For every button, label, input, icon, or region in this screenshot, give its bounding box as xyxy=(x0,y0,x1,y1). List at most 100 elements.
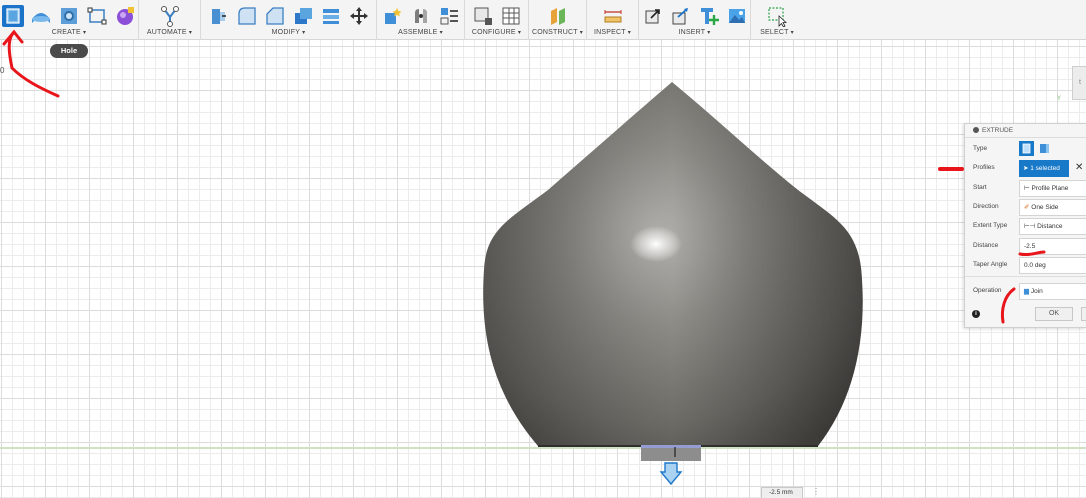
caret-icon: ▾ xyxy=(707,30,711,36)
profiles-select-button[interactable]: ➤ 1 selected xyxy=(1019,160,1069,177)
collapse-icon[interactable] xyxy=(973,127,979,133)
start-value: Profile Plane xyxy=(1031,185,1069,192)
direction-row: Direction ✐ One Side xyxy=(965,198,1086,217)
hole-icon[interactable] xyxy=(58,5,80,27)
caret-icon: ▾ xyxy=(790,30,794,36)
sketch-rectangle-icon[interactable] xyxy=(86,5,108,27)
type-row: Type xyxy=(965,140,1086,159)
construct-menu[interactable]: CONSTRUCT ▾ xyxy=(532,29,583,36)
profiles-row: Profiles ➤ 1 selected ✕ xyxy=(965,159,1086,178)
one-side-icon: ✐ xyxy=(1024,204,1030,211)
insert-menu[interactable]: INSERT ▾ xyxy=(679,29,711,36)
create-menu[interactable]: CREATE ▾ xyxy=(52,29,86,36)
modify-menu[interactable]: MODIFY ▾ xyxy=(272,29,306,36)
start-dropdown[interactable]: ⊢ Profile Plane xyxy=(1019,180,1086,197)
chamfer-icon[interactable] xyxy=(264,5,286,27)
configure-group: CONFIGURE ▾ xyxy=(465,0,529,40)
inspect-menu[interactable]: INSPECT ▾ xyxy=(594,29,631,36)
operation-value: Join xyxy=(1030,288,1043,295)
assemble-group: ASSEMBLE ▾ xyxy=(377,0,465,40)
operation-label: Operation xyxy=(973,287,1002,294)
solid-type-icon[interactable] xyxy=(1019,141,1034,156)
extent-dropdown[interactable]: ⊢⊣ Distance xyxy=(1019,218,1086,235)
assemble-label: ASSEMBLE xyxy=(398,29,438,36)
configure-icon[interactable] xyxy=(472,5,494,27)
profile-plane-icon: ⊢ xyxy=(1024,185,1030,192)
modify-label: MODIFY xyxy=(271,29,300,36)
start-row: Start ⊢ Profile Plane xyxy=(965,179,1086,198)
type-label: Type xyxy=(973,145,988,152)
direction-label: Direction xyxy=(973,203,999,210)
extent-label: Extent Type xyxy=(973,222,1008,229)
insert-derive-icon[interactable] xyxy=(642,5,664,27)
distance-arrow-icon[interactable] xyxy=(659,462,683,486)
insert-canvas-icon[interactable] xyxy=(726,5,748,27)
distance-extent-icon: ⊢⊣ xyxy=(1024,223,1036,230)
hole-tooltip: Hole xyxy=(50,44,88,58)
cancel-button[interactable] xyxy=(1081,307,1086,321)
configure-label: CONFIGURE xyxy=(471,29,516,36)
insert-mcmaster-icon[interactable] xyxy=(670,5,692,27)
assemble-menu[interactable]: ASSEMBLE ▾ xyxy=(398,29,443,36)
operation-dropdown[interactable]: ▆ Join xyxy=(1019,283,1086,300)
caret-icon: ▾ xyxy=(627,30,631,36)
direction-dropdown[interactable]: ✐ One Side xyxy=(1019,199,1086,216)
panel-title: EXTRUDE xyxy=(982,127,1014,134)
extruded-body[interactable] xyxy=(478,80,868,452)
select-label: SELECT xyxy=(760,29,789,36)
distance-row: Distance -2.5 xyxy=(965,237,1086,256)
configuration-table-icon[interactable] xyxy=(500,5,522,27)
toolbar: CREATE ▾ AUTOMATE ▾ MODIFY ▾ ASSEMBLE ▾ xyxy=(0,0,1086,40)
profile-edge-highlight xyxy=(641,445,701,448)
form-icon[interactable] xyxy=(114,5,136,27)
new-component-extrude-icon[interactable] xyxy=(2,4,24,27)
move-icon[interactable] xyxy=(348,5,370,27)
distance-readout[interactable]: -2.5 mm xyxy=(761,487,803,498)
start-label: Start xyxy=(973,184,987,191)
shell-icon[interactable] xyxy=(292,5,314,27)
ok-button[interactable]: OK xyxy=(1035,307,1073,321)
configure-menu[interactable]: CONFIGURE ▾ xyxy=(472,29,521,36)
measure-icon[interactable] xyxy=(602,5,624,27)
profiles-value: 1 selected xyxy=(1030,165,1060,172)
distance-label: Distance xyxy=(973,242,999,249)
combine-icon[interactable] xyxy=(320,5,342,27)
automate-menu[interactable]: AUTOMATE ▾ xyxy=(147,29,192,36)
inspect-label: INSPECT xyxy=(594,29,626,36)
bill-of-materials-icon[interactable] xyxy=(438,5,460,27)
joint-icon[interactable] xyxy=(410,5,432,27)
annotation-arrow-toolbar xyxy=(7,30,60,98)
thin-type-icon[interactable] xyxy=(1037,141,1052,156)
left-panel-fragment: 0 xyxy=(0,66,5,75)
window-select-icon[interactable] xyxy=(766,5,788,27)
insert-mesh-icon[interactable] xyxy=(698,5,720,27)
revolve-icon[interactable] xyxy=(30,5,52,27)
extrude-manipulator[interactable] xyxy=(638,441,704,487)
new-component-icon[interactable] xyxy=(382,5,404,27)
panel-header[interactable]: EXTRUDE xyxy=(965,124,1086,138)
specular-highlight xyxy=(630,226,682,262)
construct-label: CONSTRUCT xyxy=(532,29,578,36)
select-menu[interactable]: SELECT ▾ xyxy=(760,29,794,36)
fillet-icon[interactable] xyxy=(236,5,258,27)
panel-divider xyxy=(965,276,1086,277)
distance-input[interactable]: -2.5 xyxy=(1019,238,1086,255)
offset-plane-icon[interactable] xyxy=(547,5,569,27)
taper-input[interactable]: 0.0 deg xyxy=(1019,257,1086,274)
caret-icon: ▾ xyxy=(517,30,522,36)
caret-icon: ▾ xyxy=(302,30,306,36)
create-group: CREATE ▾ xyxy=(0,0,139,40)
press-pull-icon[interactable] xyxy=(208,5,230,27)
body-shading xyxy=(483,82,863,446)
join-icon: ▆ xyxy=(1024,288,1029,295)
cursor-icon: ➤ xyxy=(1023,165,1029,172)
caret-icon: ▾ xyxy=(188,30,193,36)
automate-icon[interactable] xyxy=(159,5,181,27)
extrude-panel: EXTRUDE Type Profiles ➤ 1 selected ✕ Sta… xyxy=(964,123,1086,328)
clear-selection-icon[interactable]: ✕ xyxy=(1075,162,1083,173)
readout-menu-icon[interactable]: ⋮ xyxy=(812,487,820,497)
info-icon[interactable]: i xyxy=(972,310,980,318)
caret-icon: ▾ xyxy=(83,30,87,36)
viewcube[interactable]: t xyxy=(1072,66,1086,100)
caret-icon: ▾ xyxy=(579,30,583,36)
